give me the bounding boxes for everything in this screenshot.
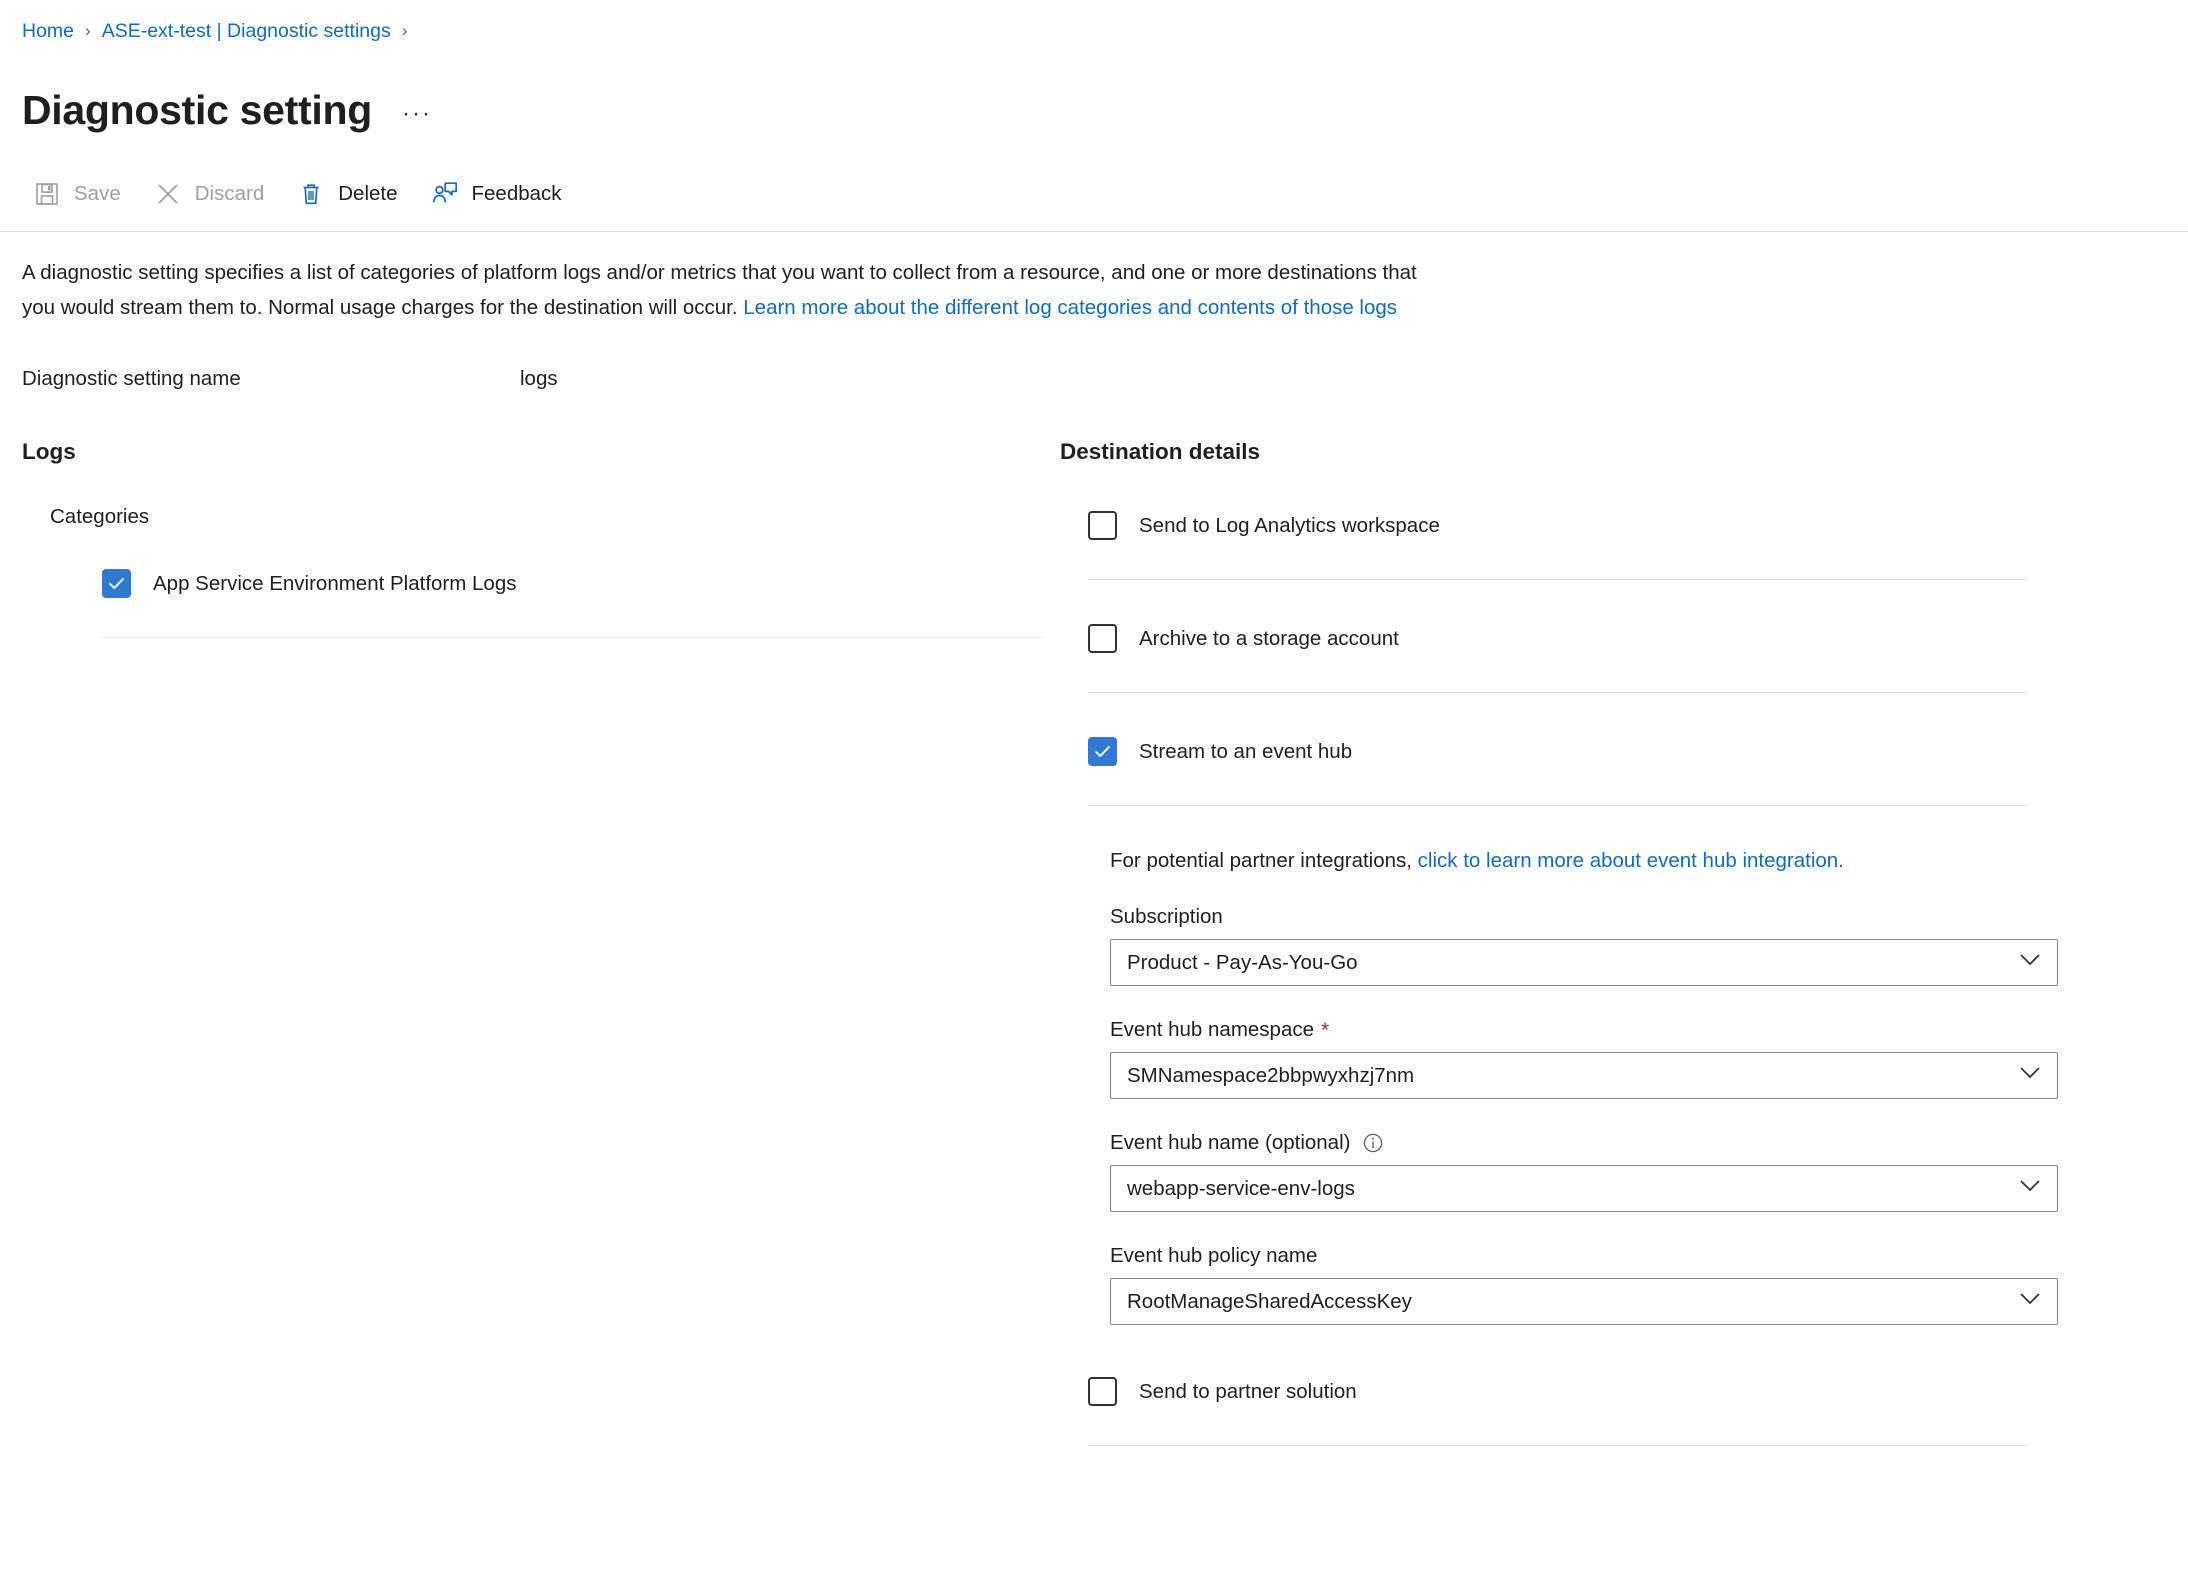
chevron-down-icon: [2019, 1292, 2041, 1311]
checkbox-send-to-partner-solution[interactable]: Send to partner solution: [1088, 1377, 2070, 1406]
required-asterisk-icon: *: [1321, 1020, 1329, 1041]
destination-divider: [1088, 579, 2028, 580]
chevron-down-icon: [2019, 953, 2041, 972]
event-hub-policy-name-dropdown[interactable]: RootManageSharedAccessKey: [1110, 1278, 2058, 1325]
command-bar: Save Discard Delete Fee: [0, 163, 2188, 225]
event-hub-policy-name-label-text: Event hub policy name: [1110, 1244, 1317, 1268]
checkbox-unchecked-icon: [1088, 511, 1117, 540]
checkbox-label: Send to Log Analytics workspace: [1139, 514, 1440, 538]
breadcrumb-separator-icon: ›: [85, 21, 91, 41]
partner-integration-note-text: For potential partner integrations,: [1110, 849, 1418, 872]
subscription-label-text: Subscription: [1110, 905, 1223, 929]
event-hub-name-label: Event hub name (optional): [1110, 1131, 2070, 1155]
field-subscription: Subscription Product - Pay-As-You-Go: [1110, 905, 2070, 986]
logs-divider: [102, 637, 1042, 638]
diagnostic-setting-name-value[interactable]: logs: [520, 367, 558, 391]
feedback-icon: [430, 179, 460, 209]
subscription-value: Product - Pay-As-You-Go: [1127, 951, 1358, 975]
delete-icon: [296, 179, 326, 209]
delete-label: Delete: [338, 182, 397, 206]
more-options-button[interactable]: ···: [402, 102, 432, 126]
event-hub-policy-name-label: Event hub policy name: [1110, 1244, 2070, 1268]
discard-label: Discard: [195, 182, 265, 206]
event-hub-name-value: webapp-service-env-logs: [1127, 1177, 1355, 1201]
checkbox-label: Stream to an event hub: [1139, 740, 1352, 764]
event-hub-namespace-dropdown[interactable]: SMNamespace2bbpwyxhzj7nm: [1110, 1052, 2058, 1099]
event-hub-namespace-value: SMNamespace2bbpwyxhzj7nm: [1127, 1064, 1414, 1088]
field-event-hub-namespace: Event hub namespace * SMNamespace2bbpwyx…: [1110, 1018, 2070, 1099]
checkbox-label: Send to partner solution: [1139, 1380, 1357, 1404]
destination-details-title: Destination details: [1060, 439, 2070, 465]
breadcrumb-item-home[interactable]: Home: [22, 20, 74, 43]
checkbox-archive-to-a-storage-account[interactable]: Archive to a storage account: [1088, 624, 2070, 653]
save-label: Save: [74, 182, 121, 206]
event-hub-namespace-label-text: Event hub namespace: [1110, 1018, 1314, 1042]
feedback-label: Feedback: [472, 182, 562, 206]
breadcrumb-item-diagnostic-settings[interactable]: ASE-ext-test | Diagnostic settings: [102, 20, 391, 43]
page-title: Diagnostic setting: [22, 90, 372, 131]
checkbox-stream-to-an-event-hub[interactable]: Stream to an event hub: [1088, 737, 2070, 766]
event-hub-name-label-text: Event hub name (optional): [1110, 1131, 1350, 1155]
page-header: Diagnostic setting ···: [0, 46, 2188, 131]
destination-divider: [1088, 805, 2028, 806]
event-hub-namespace-label: Event hub namespace *: [1110, 1018, 2070, 1042]
save-icon: [32, 179, 62, 209]
chevron-down-icon: [2019, 1066, 2041, 1085]
checkbox-label: Archive to a storage account: [1139, 627, 1399, 651]
info-icon[interactable]: [1362, 1132, 1384, 1154]
event-hub-name-dropdown[interactable]: webapp-service-env-logs: [1110, 1165, 2058, 1212]
checkbox-app-service-environment-platform-logs[interactable]: App Service Environment Platform Logs: [102, 569, 1042, 598]
learn-more-link[interactable]: Learn more about the different log categ…: [743, 296, 1397, 319]
field-event-hub-policy-name: Event hub policy name RootManageSharedAc…: [1110, 1244, 2070, 1325]
diagnostic-setting-name-row: Diagnostic setting name logs: [0, 361, 2188, 397]
logs-section-title: Logs: [22, 439, 1042, 465]
checkbox-unchecked-icon: [1088, 624, 1117, 653]
checkbox-checked-icon: [102, 569, 131, 598]
chevron-down-icon: [2019, 1179, 2041, 1198]
breadcrumb: Home › ASE-ext-test | Diagnostic setting…: [0, 0, 2188, 46]
breadcrumb-separator-icon: ›: [402, 21, 408, 41]
logs-section: Logs Categories App Service Environment …: [22, 439, 1042, 1446]
save-button[interactable]: Save: [26, 170, 135, 218]
event-hub-integration-link[interactable]: click to learn more about event hub inte…: [1418, 849, 1844, 872]
destination-divider: [1088, 1445, 2028, 1446]
destination-details-section: Destination details Send to Log Analytic…: [1060, 439, 2070, 1446]
page-description: A diagnostic setting specifies a list of…: [0, 232, 1422, 325]
checkbox-checked-icon: [1088, 737, 1117, 766]
subscription-label: Subscription: [1110, 905, 2070, 929]
diagnostic-setting-name-label: Diagnostic setting name: [22, 367, 520, 391]
discard-icon: [153, 179, 183, 209]
feedback-button[interactable]: Feedback: [424, 170, 576, 218]
checkbox-send-to-log-analytics-workspace[interactable]: Send to Log Analytics workspace: [1088, 511, 2070, 540]
settings-columns: Logs Categories App Service Environment …: [0, 439, 2188, 1446]
destination-divider: [1088, 692, 2028, 693]
field-event-hub-name: Event hub name (optional) webapp-service…: [1110, 1131, 2070, 1212]
partner-integration-note: For potential partner integrations, clic…: [1110, 849, 2070, 873]
checkbox-unchecked-icon: [1088, 1377, 1117, 1406]
delete-button[interactable]: Delete: [290, 170, 411, 218]
discard-button[interactable]: Discard: [147, 170, 279, 218]
subscription-dropdown[interactable]: Product - Pay-As-You-Go: [1110, 939, 2058, 986]
checkbox-label: App Service Environment Platform Logs: [153, 572, 516, 596]
event-hub-policy-name-value: RootManageSharedAccessKey: [1127, 1290, 1412, 1314]
categories-label: Categories: [50, 505, 1042, 529]
